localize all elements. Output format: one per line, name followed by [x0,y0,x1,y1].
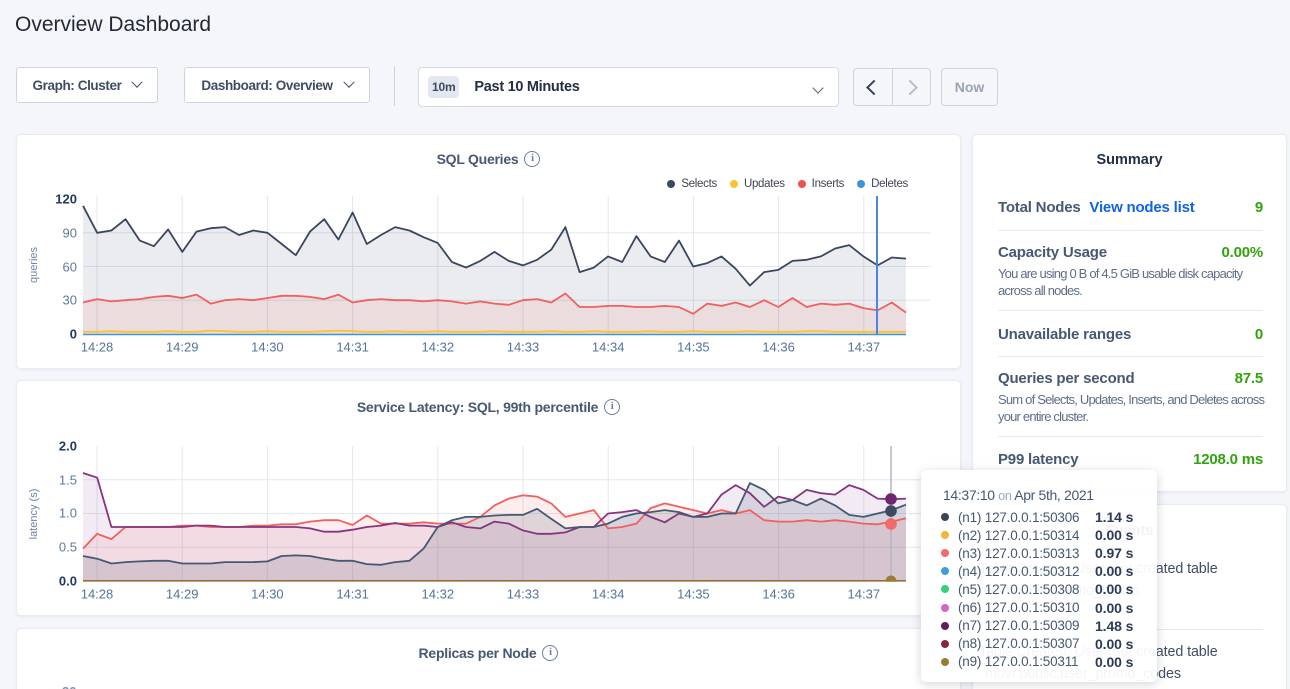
svg-text:14:34: 14:34 [592,340,625,355]
svg-text:14:31: 14:31 [336,587,369,602]
svg-text:14:36: 14:36 [762,587,795,602]
svg-text:queries: queries [28,246,40,283]
svg-text:0.5: 0.5 [59,540,77,555]
svg-text:90: 90 [63,226,77,241]
svg-text:14:30: 14:30 [251,340,284,355]
svg-text:latency (s): latency (s) [28,489,40,540]
svg-text:14:36: 14:36 [762,340,795,355]
svg-text:2.0: 2.0 [59,439,77,454]
svg-text:14:32: 14:32 [422,587,455,602]
svg-text:14:33: 14:33 [507,587,540,602]
svg-text:14:35: 14:35 [677,587,710,602]
svg-text:14:32: 14:32 [422,340,455,355]
svg-text:0.0: 0.0 [59,574,77,589]
svg-text:14:33: 14:33 [507,340,540,355]
svg-text:1.0: 1.0 [59,506,77,521]
svg-text:14:37: 14:37 [848,340,881,355]
svg-text:14:29: 14:29 [166,587,199,602]
svg-text:14:37: 14:37 [848,587,881,602]
svg-text:14:35: 14:35 [677,340,710,355]
svg-text:14:28: 14:28 [81,587,114,602]
svg-text:0: 0 [70,327,77,342]
svg-text:14:29: 14:29 [166,340,199,355]
svg-text:14:34: 14:34 [592,587,625,602]
svg-text:14:30: 14:30 [251,587,284,602]
svg-text:60: 60 [63,260,77,275]
svg-text:1.5: 1.5 [59,473,77,488]
svg-text:14:31: 14:31 [336,340,369,355]
svg-text:14:28: 14:28 [81,340,114,355]
svg-text:30: 30 [63,293,77,308]
svg-text:120: 120 [55,192,77,207]
